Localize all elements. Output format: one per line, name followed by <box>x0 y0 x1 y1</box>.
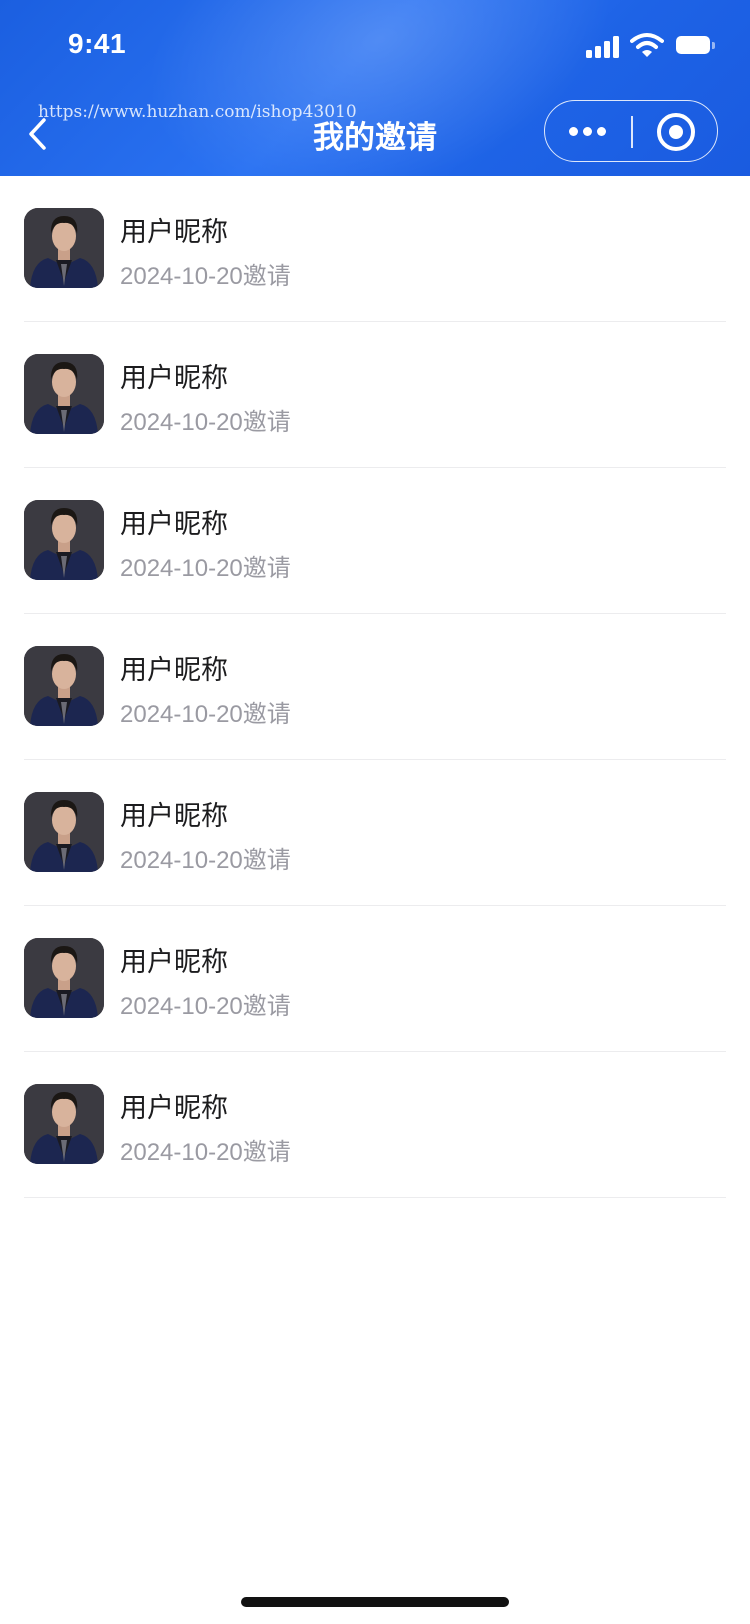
avatar <box>24 938 104 1018</box>
user-nickname: 用户昵称 <box>120 947 228 978</box>
user-nickname: 用户昵称 <box>120 655 228 686</box>
close-miniprogram-icon <box>657 113 695 151</box>
user-nickname: 用户昵称 <box>120 363 228 394</box>
list-item[interactable]: 用户昵称 2024-10-20邀请 <box>24 1052 726 1198</box>
invite-date: 2024-10-20邀请 <box>120 1139 291 1166</box>
user-nickname: 用户昵称 <box>120 1093 228 1124</box>
list-item[interactable]: 用户昵称 2024-10-20邀请 <box>24 176 726 322</box>
avatar <box>24 500 104 580</box>
wifi-icon <box>630 33 664 57</box>
invite-date: 2024-10-20邀请 <box>120 555 291 582</box>
avatar <box>24 1084 104 1164</box>
user-nickname: 用户昵称 <box>120 509 228 540</box>
list-item[interactable]: 用户昵称 2024-10-20邀请 <box>24 614 726 760</box>
battery-icon <box>676 36 715 56</box>
more-dot <box>597 127 606 136</box>
more-button[interactable] <box>545 101 631 161</box>
invite-date: 2024-10-20邀请 <box>120 409 291 436</box>
invite-list: 用户昵称 2024-10-20邀请 用户昵称 2024-10-20邀请 用户昵称… <box>0 176 750 1198</box>
more-dot <box>583 127 592 136</box>
avatar <box>24 646 104 726</box>
close-miniprogram-button[interactable] <box>633 101 717 161</box>
list-item[interactable]: 用户昵称 2024-10-20邀请 <box>24 760 726 906</box>
avatar <box>24 354 104 434</box>
avatar <box>24 208 104 288</box>
list-item[interactable]: 用户昵称 2024-10-20邀请 <box>24 906 726 1052</box>
user-nickname: 用户昵称 <box>120 217 228 248</box>
signal-icon <box>586 34 622 58</box>
user-nickname: 用户昵称 <box>120 801 228 832</box>
home-indicator[interactable] <box>241 1597 509 1607</box>
list-item[interactable]: 用户昵称 2024-10-20邀请 <box>24 468 726 614</box>
list-item[interactable]: 用户昵称 2024-10-20邀请 <box>24 322 726 468</box>
invite-date: 2024-10-20邀请 <box>120 263 291 290</box>
invite-date: 2024-10-20邀请 <box>120 993 291 1020</box>
miniprogram-capsule <box>544 100 718 162</box>
avatar <box>24 792 104 872</box>
navigation-header: 9:41 https://www.huzhan.com/ishop43010 我… <box>0 0 750 176</box>
status-time: 9:41 <box>68 28 127 59</box>
invite-date: 2024-10-20邀请 <box>120 847 291 874</box>
more-dots-icon <box>569 127 578 136</box>
invite-date: 2024-10-20邀请 <box>120 701 291 728</box>
